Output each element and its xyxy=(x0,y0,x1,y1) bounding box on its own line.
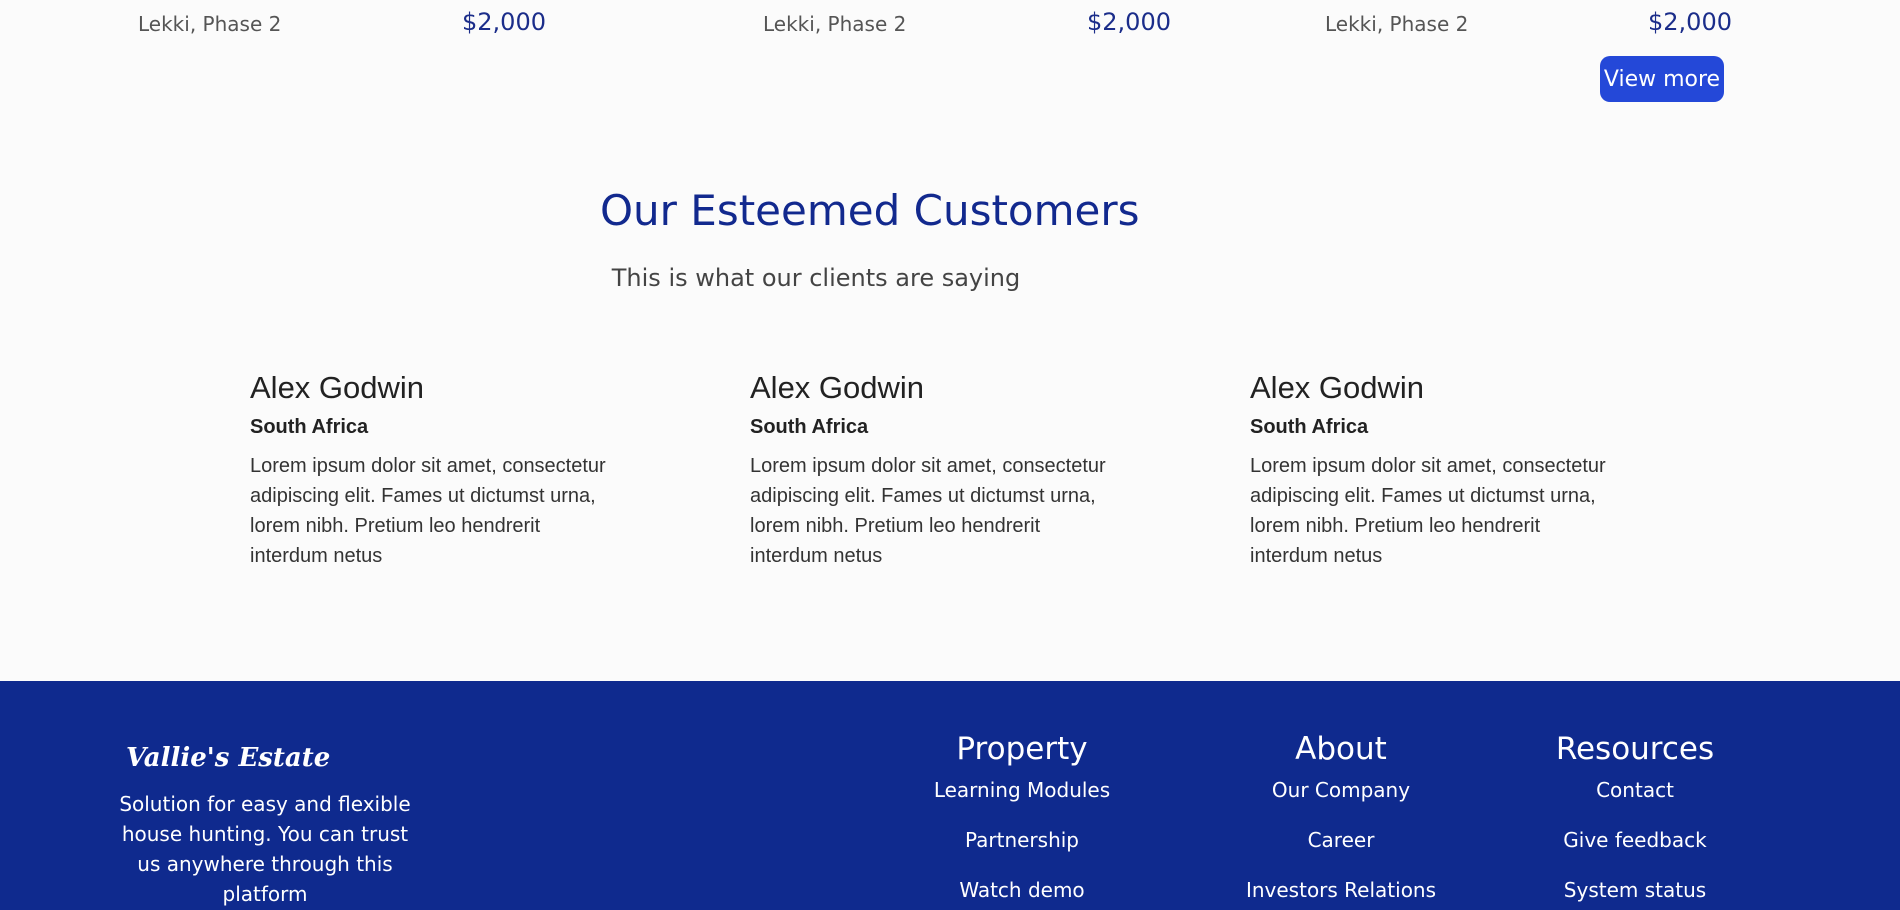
listing-summary-row: Lekki, Phase 2 $2,000 Lekki, Phase 2 $2,… xyxy=(0,0,1900,48)
listing-location: Lekki, Phase 2 xyxy=(138,12,282,36)
footer-tagline: Solution for easy and flexible house hun… xyxy=(119,792,411,906)
testimonial-text: Lorem ipsum dolor sit amet, consectetur … xyxy=(1250,455,1606,567)
footer-column-resources: Resources Contact Give feedback System s… xyxy=(1535,731,1735,910)
testimonial-name: Alex Godwin xyxy=(750,370,925,405)
testimonial-country: South Africa xyxy=(250,416,369,438)
footer-column-title: Property xyxy=(956,731,1088,767)
testimonial-name: Alex Godwin xyxy=(1250,370,1425,405)
testimonial-text: Lorem ipsum dolor sit amet, consectetur … xyxy=(250,455,606,567)
footer-link-investors-relations[interactable]: Investors Relations xyxy=(1231,877,1451,910)
testimonial-card: Alex Godwin South Africa Lorem ipsum dol… xyxy=(750,370,1110,571)
footer-column-about: About Our Company Career Investors Relat… xyxy=(1231,731,1451,910)
view-more-button[interactable]: View more xyxy=(1600,56,1724,102)
footer-link-learning-modules[interactable]: Learning Modules xyxy=(922,777,1122,827)
footer-link-partnership[interactable]: Partnership xyxy=(922,827,1122,877)
testimonial-country: South Africa xyxy=(1250,416,1369,438)
site-footer: Vallie's Estate Solution for easy and fl… xyxy=(0,681,1900,910)
footer-link-our-company[interactable]: Our Company xyxy=(1231,777,1451,827)
listing-location: Lekki, Phase 2 xyxy=(763,12,907,36)
testimonial-text: Lorem ipsum dolor sit amet, consectetur … xyxy=(750,455,1106,567)
footer-column-property: Property Learning Modules Partnership Wa… xyxy=(922,731,1122,910)
testimonial-country: South Africa xyxy=(750,416,869,438)
testimonial-name: Alex Godwin xyxy=(250,370,425,405)
testimonial-card: Alex Godwin South Africa Lorem ipsum dol… xyxy=(250,370,610,571)
listing-price: $2,000 xyxy=(1648,8,1732,36)
footer-link-system-status[interactable]: System status xyxy=(1535,877,1735,910)
listing-price: $2,000 xyxy=(462,8,546,36)
footer-column-title: About xyxy=(1295,731,1387,767)
listing-location: Lekki, Phase 2 xyxy=(1325,12,1469,36)
footer-link-watch-demo[interactable]: Watch demo xyxy=(922,877,1122,910)
footer-link-contact[interactable]: Contact xyxy=(1535,777,1735,827)
footer-link-career[interactable]: Career xyxy=(1231,827,1451,877)
listing-price: $2,000 xyxy=(1087,8,1171,36)
footer-brand-logo[interactable]: Vallie's Estate xyxy=(126,743,330,773)
testimonial-card: Alex Godwin South Africa Lorem ipsum dol… xyxy=(1250,370,1610,571)
customers-section-subtitle: This is what our clients are saying xyxy=(611,264,1021,292)
customers-section-title: Our Esteemed Customers xyxy=(600,186,1140,235)
footer-link-give-feedback[interactable]: Give feedback xyxy=(1535,827,1735,877)
footer-column-title: Resources xyxy=(1555,731,1715,767)
